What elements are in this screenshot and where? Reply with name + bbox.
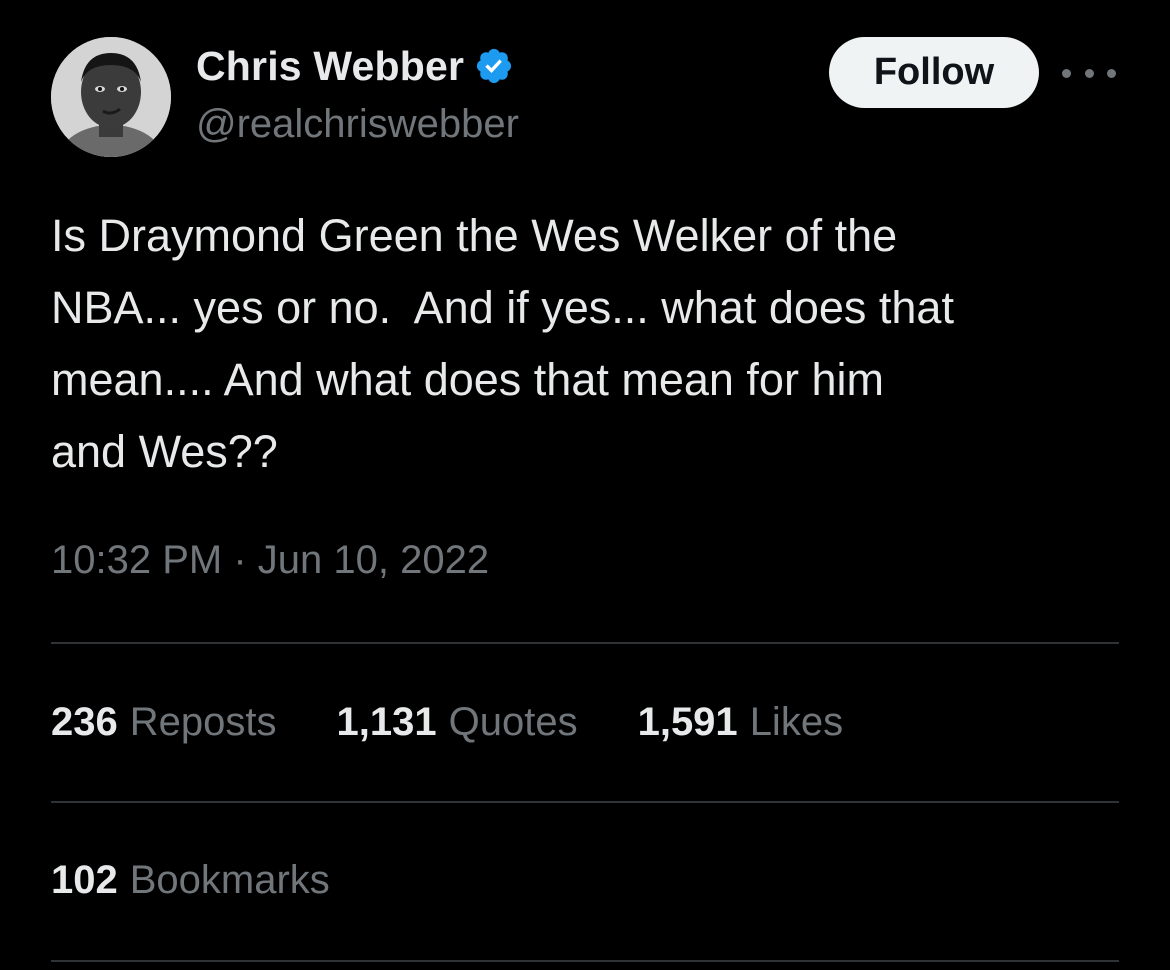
avatar[interactable] <box>51 37 171 157</box>
more-options-icon[interactable] <box>1062 58 1116 88</box>
reposts-stat[interactable]: 236 Reposts <box>51 700 277 745</box>
avatar-photo <box>51 37 171 157</box>
tweet-timestamp[interactable]: 10:32 PM · Jun 10, 2022 <box>51 538 489 583</box>
author-handle[interactable]: @realchriswebber <box>196 102 519 147</box>
bookmarks-stat[interactable]: 102 Bookmarks <box>51 858 330 903</box>
reposts-count: 236 <box>51 700 118 744</box>
divider <box>51 960 1119 962</box>
divider <box>51 801 1119 803</box>
tweet: Chris Webber @realchriswebber Follow Is … <box>0 0 1170 970</box>
quotes-stat[interactable]: 1,131 Quotes <box>337 700 578 745</box>
author-display-name[interactable]: Chris Webber <box>196 43 464 90</box>
likes-label: Likes <box>749 700 844 744</box>
tweet-text: Is Draymond Green the Wes Welker of the … <box>51 210 954 477</box>
dot <box>1107 68 1116 78</box>
bookmarks-label: Bookmarks <box>129 858 330 902</box>
dot <box>1062 68 1071 78</box>
bookmarks-stat-inner: 102 Bookmarks <box>51 858 330 903</box>
divider <box>51 642 1119 644</box>
follow-button[interactable]: Follow <box>829 37 1039 108</box>
reposts-label: Reposts <box>129 700 277 744</box>
bookmarks-count: 102 <box>51 858 118 902</box>
quotes-count: 1,131 <box>336 700 437 744</box>
engagement-stats: 236 Reposts 1,131 Quotes 1,591 Likes <box>51 700 843 745</box>
verified-badge-icon[interactable] <box>474 46 514 86</box>
likes-count: 1,591 <box>637 700 738 744</box>
quotes-label: Quotes <box>448 700 578 744</box>
dot <box>1084 68 1094 78</box>
author-name-row: Chris Webber <box>196 40 514 92</box>
likes-stat[interactable]: 1,591 Likes <box>638 700 844 745</box>
